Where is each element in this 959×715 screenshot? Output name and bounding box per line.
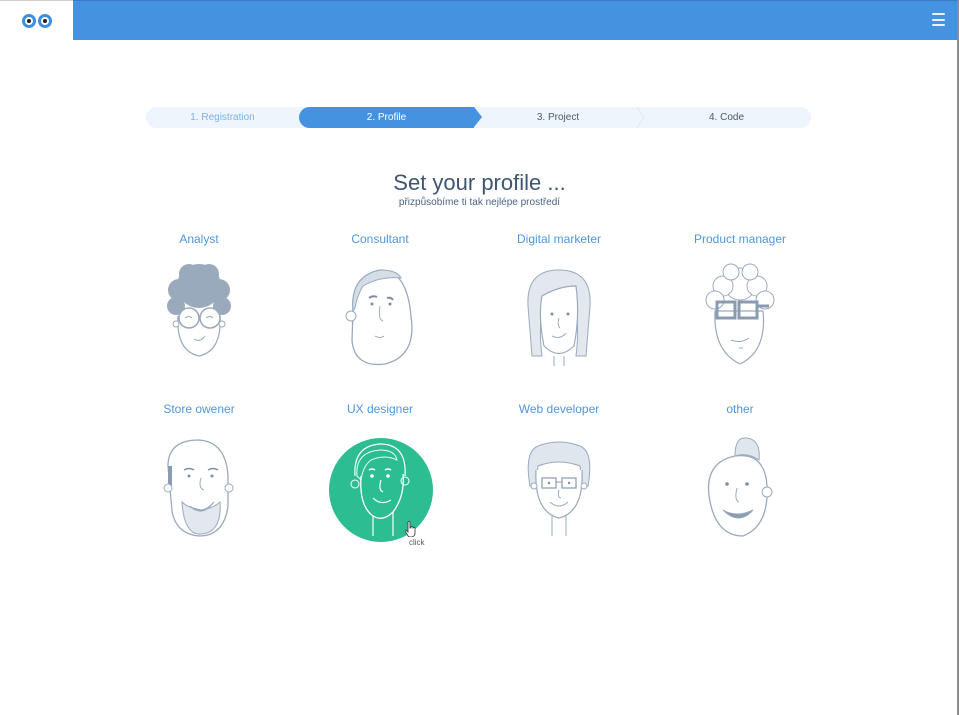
top-navigation-bar [0,0,959,41]
hamburger-menu-icon[interactable] [932,13,945,26]
header-bar [73,0,959,40]
eyes-logo-icon [21,14,52,28]
consultant-avatar-icon [335,256,425,371]
page-title: Set your profile ... [393,170,566,195]
profile-card-analyst[interactable]: Analyst [119,232,279,392]
other-avatar-icon [695,426,785,541]
analyst-avatar-icon [154,256,244,371]
page-subtitle: přizpůsobíme ti tak nejlépe prostředí [398,197,561,208]
step-profile[interactable]: 2. Profile [299,107,482,128]
step-registration[interactable]: 1. Registration [146,107,299,128]
step-label: 2. Profile [366,112,407,123]
profile-label: Consultant [351,232,409,246]
cursor-click-label: click [409,538,425,547]
product-manager-avatar-icon [695,256,785,371]
store-owner-avatar-icon [154,426,244,541]
profile-label: Product manager [693,232,787,246]
step-label: 1. Registration [190,112,255,123]
profile-card-product-manager[interactable]: Product manager [660,232,820,392]
profile-card-consultant[interactable]: Consultant [300,232,460,392]
profile-label: Digital marketer [516,232,602,246]
hand-pointer-icon [405,521,416,537]
step-code[interactable]: 4. Code [642,107,811,128]
profile-card-web-developer[interactable]: Web developer [479,402,639,562]
profile-card-ux-designer[interactable]: UX designer [300,402,460,562]
profile-label: Store owener [163,402,235,416]
step-label: 4. Code [708,112,745,123]
step-project[interactable]: 3. Project [474,107,645,128]
profile-label: Web developer [518,402,600,416]
profile-label: Analyst [179,232,219,246]
profile-card-other[interactable]: other [660,402,820,562]
profile-card-store-owner[interactable]: Store owener [119,402,279,562]
profile-card-digital-marketer[interactable]: Digital marketer [479,232,639,392]
web-developer-avatar-icon [514,426,604,541]
logo[interactable] [0,1,73,41]
step-label: 3. Project [536,112,580,123]
progress-stepper: 1. Registration 2. Profile 3. Project 4.… [146,107,811,128]
profile-label: UX designer [346,402,414,416]
digital-marketer-avatar-icon [514,256,604,371]
profile-label: other [726,402,754,416]
